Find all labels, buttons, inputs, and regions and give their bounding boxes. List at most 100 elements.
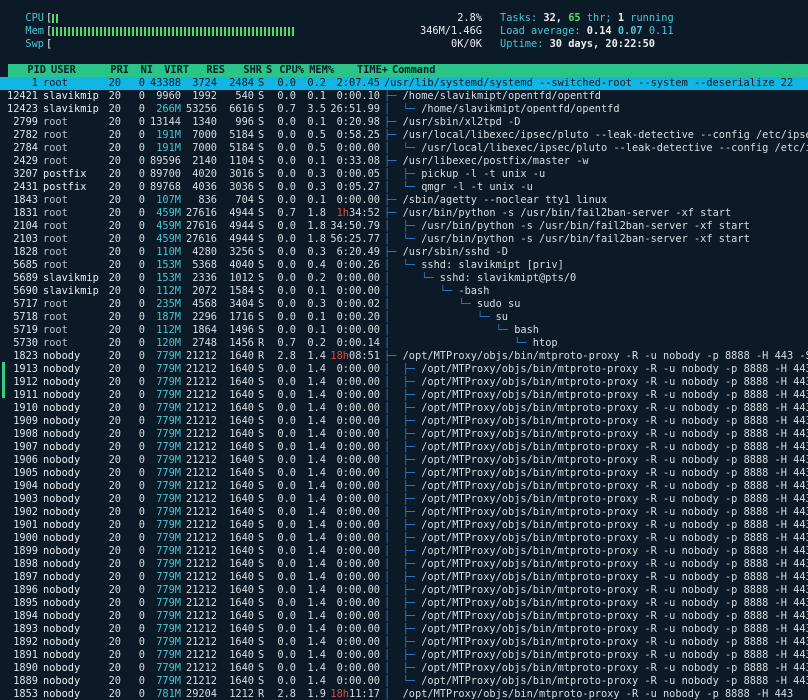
process-row[interactable]: 1893 nobody 20 0 779M 21212 1640 S 0.0 1.4 0:00.00… — [0, 623, 808, 636]
process-row[interactable]: 5689 slavikmip 20 0 153M 2336 1012 S 0.0 0.2 0:00.… — [0, 272, 808, 285]
process-row[interactable]: 1831 root 20 0 459M 27616 4944 S 0.7 1.8 1h34:52 ├─… — [0, 207, 808, 220]
cell-time: 0:00.00 — [336, 480, 380, 492]
cell-virt: 9960 — [156, 90, 181, 102]
process-row[interactable]: 2429 root 20 0 89596 2140 1104 S 0.0 0.1 0:33.08 ├─… — [0, 155, 808, 168]
process-list[interactable]: 1 root 20 0 43388 3724 2484 S 0.0 0.2 2:07.45/usr/… — [0, 77, 808, 700]
col-header-cpu[interactable]: CPU% — [274, 64, 304, 77]
cell-mem: 0.3 — [307, 168, 326, 180]
cell-time: 0:00.00 — [336, 324, 380, 336]
process-row[interactable]: 1910 nobody 20 0 779M 21212 1640 S 0.0 1.4 0:00.00… — [0, 402, 808, 415]
cell-pid: 5690 — [13, 285, 38, 297]
col-header-time[interactable]: TIME+ — [336, 64, 388, 77]
cell-cpu: 0.0 — [277, 480, 296, 492]
process-row[interactable]: 1889 nobody 20 0 779M 21212 1640 S 0.0 1.4 0:00.00… — [0, 675, 808, 688]
process-row[interactable]: 2784 root 20 0 191M 7000 5184 S 0.0 0.5 0:00.00 │ └… — [0, 142, 808, 155]
command-text: /opt/MTProxy/objs/bin/mtproto-proxy -R -… — [421, 428, 808, 440]
cell-pri: 20 — [108, 428, 121, 440]
process-row[interactable]: 2431 postfix 20 0 89768 4036 3036 S 0.0 0.3 0:05.2… — [0, 181, 808, 194]
process-row[interactable]: 2799 root 20 0 13144 1340 996 S 0.0 0.1 0:20.98 ├─ … — [0, 116, 808, 129]
process-row[interactable]: 1828 root 20 0 110M 4280 3256 S 0.0 0.3 6:20.49 ├─ … — [0, 246, 808, 259]
cell-cpu: 0.0 — [277, 285, 296, 297]
cell-res: 21212 — [186, 532, 217, 544]
process-row[interactable]: 2782 root 20 0 191M 7000 5184 S 0.0 0.5 0:58.25 ├─ … — [0, 129, 808, 142]
cell-command: │ └─ /usr/local/libexec/ipsec/pluto --le… — [384, 142, 808, 155]
process-row[interactable]: 2104 root 20 0 459M 27616 4944 S 0.0 1.8 34:50.79 │… — [0, 220, 808, 233]
process-row[interactable]: 1907 nobody 20 0 779M 21212 1640 S 0.0 1.4 0:00.00… — [0, 441, 808, 454]
process-row[interactable]: 1853 nobody 20 0 781M 29204 1212 R 2.8 1.9 18h11:1… — [0, 688, 808, 700]
col-header-user[interactable]: USER — [51, 64, 111, 77]
cell-mem: 0.2 — [307, 77, 326, 89]
col-header-shr[interactable]: SHR — [225, 64, 262, 77]
selected-process-row[interactable]: 1 root 20 0 43388 3724 2484 S 0.0 0.2 2:07.45/usr/… — [0, 77, 808, 90]
tree-branch: │ ├─ — [384, 571, 422, 583]
cell-cpu: 0.0 — [277, 675, 296, 687]
process-row[interactable]: 5718 root 20 0 187M 2296 1716 S 0.0 0.1 0:00.20 │ └… — [0, 311, 808, 324]
process-row[interactable]: 3207 postfix 20 0 89700 4020 3016 S 0.0 0.3 0:00.0… — [0, 168, 808, 181]
process-row[interactable]: 1890 nobody 20 0 779M 21212 1640 S 0.0 1.4 0:00.00… — [0, 662, 808, 675]
command-text: /opt/MTProxy/objs/bin/mtproto-proxy -R -… — [421, 415, 808, 427]
cell-time: 0:00.14 — [336, 337, 380, 349]
cell-s: S — [258, 233, 265, 245]
process-row[interactable]: 1894 nobody 20 0 779M 21212 1640 S 0.0 1.4 0:00.00… — [0, 610, 808, 623]
cell-s: S — [258, 207, 265, 219]
process-row[interactable]: 5690 slavikmip 20 0 112M 2072 1584 S 0.0 0.1 0:00.… — [0, 285, 808, 298]
col-header-pid[interactable]: PID — [8, 64, 46, 77]
process-row[interactable]: 1896 nobody 20 0 779M 21212 1640 S 0.0 1.4 0:00.00… — [0, 584, 808, 597]
cell-cpu: 0.0 — [277, 194, 296, 206]
process-row[interactable]: 1904 nobody 20 0 779M 21212 1640 S 0.0 1.4 0:00.00… — [0, 480, 808, 493]
process-row[interactable]: 1892 nobody 20 0 779M 21212 1640 S 0.0 1.4 0:00.00… — [0, 636, 808, 649]
scroll-indicator[interactable] — [2, 362, 5, 398]
cell-virt: 779M — [156, 610, 181, 622]
col-header-pri[interactable]: PRI — [109, 64, 129, 77]
process-row[interactable]: 1902 nobody 20 0 779M 21212 1640 S 0.0 1.4 0:00.00… — [0, 506, 808, 519]
col-header-virt[interactable]: VIRT — [151, 64, 189, 77]
process-row[interactable]: 5717 root 20 0 235M 4568 3404 S 0.0 0.3 0:00.02 │ └… — [0, 298, 808, 311]
process-row[interactable]: 1911 nobody 20 0 779M 21212 1640 S 0.0 1.4 0:00.00… — [0, 389, 808, 402]
process-row[interactable]: 5719 root 20 0 112M 1864 1496 S 0.0 0.1 0:00.00 │ └… — [0, 324, 808, 337]
cell-pid: 2784 — [13, 142, 38, 154]
process-row[interactable]: 1906 nobody 20 0 779M 21212 1640 S 0.0 1.4 0:00.00… — [0, 454, 808, 467]
process-row[interactable]: 1913 nobody 20 0 779M 21212 1640 S 0.0 1.4 0:00.00… — [0, 363, 808, 376]
cell-virt: 779M — [156, 454, 181, 466]
cell-mem: 0.2 — [307, 337, 326, 349]
col-header-mem[interactable]: MEM% — [304, 64, 334, 77]
cell-pid: 1853 — [13, 688, 38, 700]
tree-branch: ├─ — [384, 116, 403, 128]
process-row[interactable]: 1899 nobody 20 0 779M 21212 1640 S 0.0 1.4 0:00.00… — [0, 545, 808, 558]
process-row[interactable]: 1908 nobody 20 0 779M 21212 1640 S 0.0 1.4 0:00.00… — [0, 428, 808, 441]
cell-time: 0:00.00 — [336, 376, 380, 388]
process-row[interactable]: 12421 slavikmip 20 0 9960 1992 540 S 0.0 0.1 0:00.… — [0, 90, 808, 103]
process-row[interactable]: 1895 nobody 20 0 779M 21212 1640 S 0.0 1.4 0:00.00… — [0, 597, 808, 610]
process-row[interactable]: 1901 nobody 20 0 779M 21212 1640 S 0.0 1.4 0:00.00… — [0, 519, 808, 532]
col-header-ni[interactable]: NI — [129, 64, 153, 77]
cell-shr: 4944 — [229, 220, 254, 232]
process-row[interactable]: 1898 nobody 20 0 779M 21212 1640 S 0.0 1.4 0:00.00… — [0, 558, 808, 571]
process-row[interactable]: 1903 nobody 20 0 779M 21212 1640 S 0.0 1.4 0:00.00… — [0, 493, 808, 506]
cell-s: S — [258, 103, 265, 115]
col-header-state[interactable]: S — [266, 64, 274, 77]
cell-shr: 1640 — [229, 662, 254, 674]
cell-user: nobody — [43, 467, 81, 479]
process-row[interactable]: 1900 nobody 20 0 779M 21212 1640 S 0.0 1.4 0:00.00… — [0, 532, 808, 545]
cell-time: 0:00.00 — [336, 389, 380, 401]
cell-pid: 1904 — [13, 480, 38, 492]
process-row[interactable]: 1909 nobody 20 0 779M 21212 1640 S 0.0 1.4 0:00.00… — [0, 415, 808, 428]
process-row[interactable]: 1912 nobody 20 0 779M 21212 1640 S 0.0 1.4 0:00.00… — [0, 376, 808, 389]
cell-mem: 1.4 — [307, 402, 326, 414]
process-row[interactable]: 5685 root 20 0 153M 5368 4040 S 0.0 0.4 0:00.26 │ └… — [0, 259, 808, 272]
process-row[interactable]: 5730 root 20 0 120M 2748 1456 R 0.7 0.2 0:00.14 │ └… — [0, 337, 808, 350]
column-header-row: PID USER PRI NI VIRT RES SHR S CPU% MEM%… — [8, 64, 808, 77]
col-header-command[interactable]: Command — [392, 64, 808, 77]
command-text: htop — [532, 337, 558, 349]
cell-pid: 1911 — [13, 389, 38, 401]
cell-s: S — [258, 636, 265, 648]
process-row[interactable]: 2103 root 20 0 459M 27616 4944 S 0.0 1.8 56:25.77 │… — [0, 233, 808, 246]
cell-pid: 5718 — [13, 311, 38, 323]
process-row[interactable]: 1897 nobody 20 0 779M 21212 1640 S 0.0 1.4 0:00.00… — [0, 571, 808, 584]
col-header-res[interactable]: RES — [189, 64, 225, 77]
process-row[interactable]: 12423 slavikmip 20 0 266M 53256 6616 S 0.7 3.5 26:… — [0, 103, 808, 116]
process-row[interactable]: 1891 nobody 20 0 779M 21212 1640 S 0.0 1.4 0:00.00… — [0, 649, 808, 662]
process-row[interactable]: 1905 nobody 20 0 779M 21212 1640 S 0.0 1.4 0:00.00… — [0, 467, 808, 480]
process-row[interactable]: 1823 nobody 20 0 779M 21212 1640 R 2.8 1.4 18h08:5… — [0, 350, 808, 363]
process-row[interactable]: 1843 root 20 0 107M 836 704 S 0.0 0.1 0:00.00 ├─ /s… — [0, 194, 808, 207]
